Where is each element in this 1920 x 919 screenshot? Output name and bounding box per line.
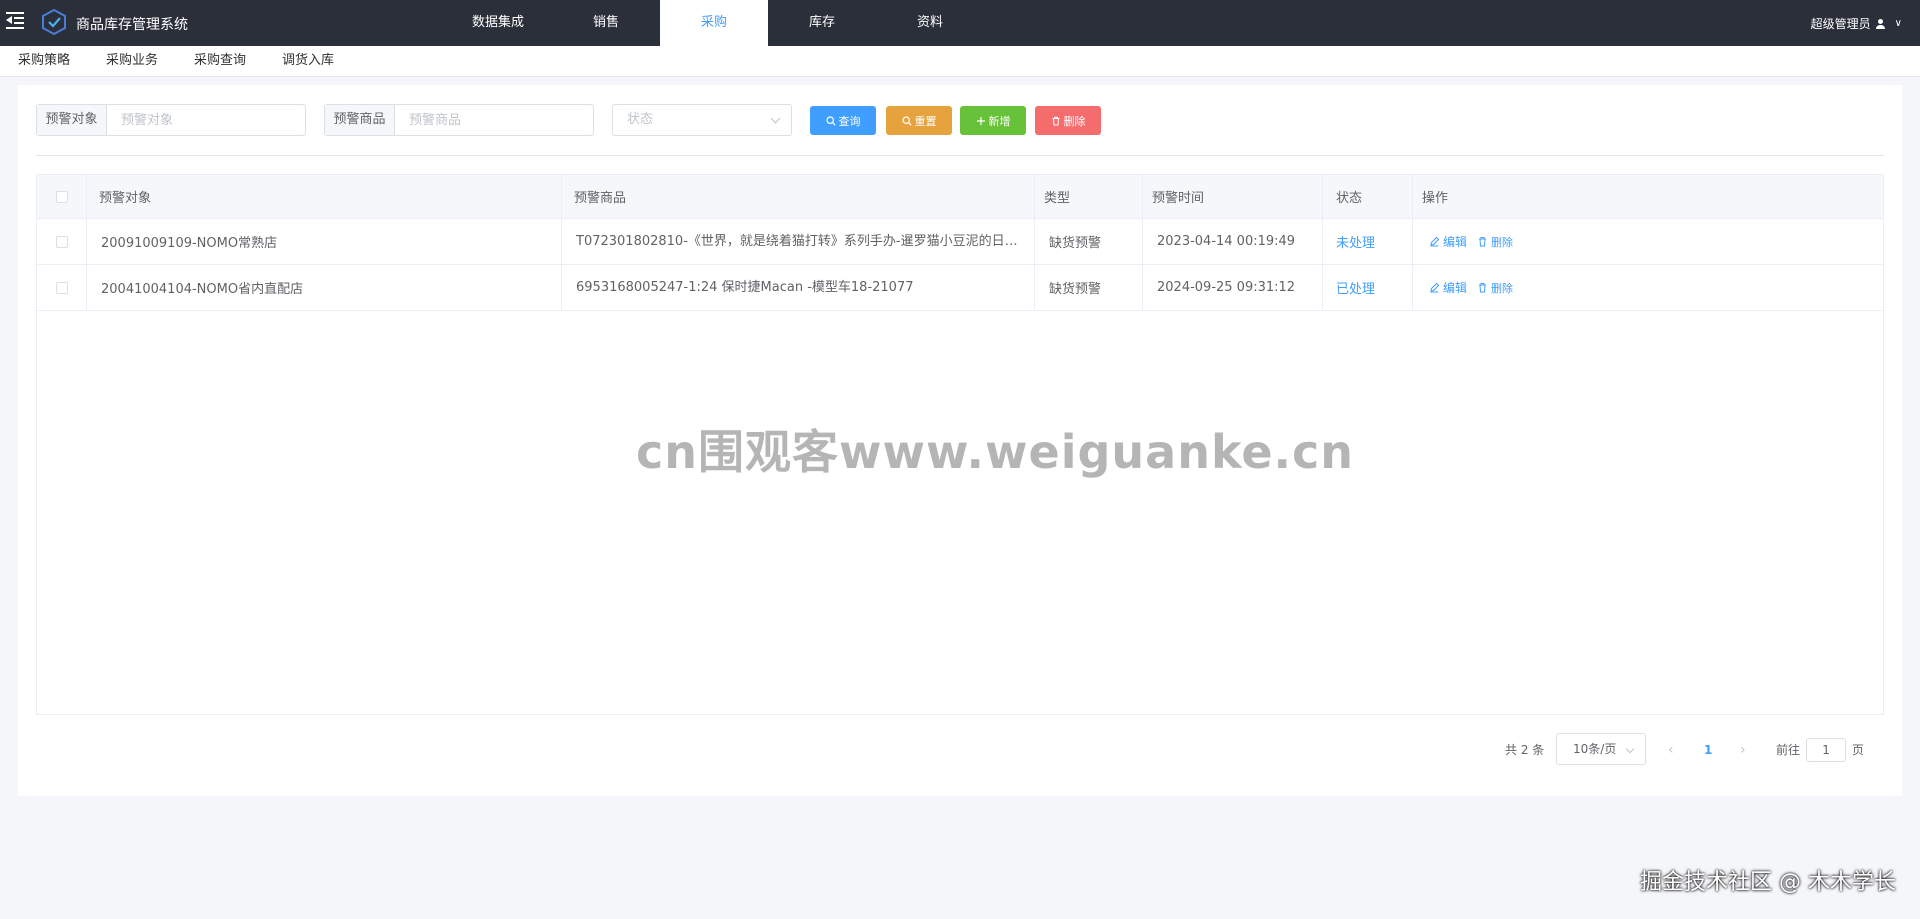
chevron-down-icon: ∨ xyxy=(1894,18,1902,29)
row-checkbox[interactable] xyxy=(55,281,68,294)
app-logo-icon xyxy=(42,9,66,35)
header-target: 预警对象 xyxy=(87,175,562,218)
watermark-text: cn围观客www.weiguanke.cn xyxy=(636,425,1355,479)
cell-time: 2024-09-25 09:31:12 xyxy=(1143,265,1323,310)
cell-time: 2023-04-14 00:19:49 xyxy=(1143,219,1323,264)
prev-page-icon[interactable]: ‹ xyxy=(1668,734,1674,766)
delete-button-label: 删除 xyxy=(1063,114,1086,128)
subnav-item-business[interactable]: 采购业务 xyxy=(106,46,158,76)
select-all-checkbox[interactable] xyxy=(55,190,68,203)
nav-item-data-integration[interactable]: 数据集成 xyxy=(444,0,552,46)
table-row: 20091009109-NOMO常熟店 T072301802810-《世界，就是… xyxy=(37,219,1883,265)
target-filter: 预警对象 xyxy=(36,104,306,136)
cell-type: 缺货预警 xyxy=(1035,219,1143,264)
cell-target: 20091009109-NOMO常熟店 xyxy=(87,219,562,264)
status-badge: 未处理 xyxy=(1323,219,1413,264)
header-status: 状态 xyxy=(1323,175,1413,218)
nav-item-purchase[interactable]: 采购 xyxy=(660,0,768,46)
plus-icon xyxy=(976,116,985,125)
chevron-down-icon xyxy=(770,113,781,124)
reset-button-label: 重置 xyxy=(914,114,937,128)
row-checkbox[interactable] xyxy=(55,235,68,248)
trash-icon xyxy=(1052,116,1059,125)
target-filter-label: 预警对象 xyxy=(37,105,107,135)
user-name: 超级管理员 xyxy=(1810,17,1871,31)
delete-button[interactable]: 删除 xyxy=(1035,106,1101,135)
edit-label: 编辑 xyxy=(1443,235,1468,249)
trash-icon xyxy=(1479,237,1487,247)
nav-item-resources[interactable]: 资料 xyxy=(876,0,984,46)
user-icon xyxy=(1875,18,1885,29)
goto-prefix: 前往 xyxy=(1776,743,1801,757)
cell-product: 6953168005247-1:24 保时捷Macan -模型车18-21077 xyxy=(562,265,1035,310)
header-checkbox-cell xyxy=(37,175,87,218)
row-checkbox-cell xyxy=(37,219,87,264)
add-button[interactable]: 新增 xyxy=(960,106,1026,135)
page-number-current[interactable]: 1 xyxy=(1704,734,1712,766)
add-button-label: 新增 xyxy=(988,114,1011,128)
product-filter-label: 预警商品 xyxy=(325,105,395,135)
reset-button[interactable]: 重置 xyxy=(886,106,952,135)
cell-product: T072301802810-《世界，就是绕着猫打转》系列手办-暹罗猫小豆泥的日常… xyxy=(562,219,1035,264)
search-button[interactable]: 查询 xyxy=(810,106,876,135)
main-nav: 数据集成 销售 采购 库存 资料 xyxy=(444,0,984,46)
cell-ops: 编辑 删除 xyxy=(1413,265,1885,310)
header-product: 预警商品 xyxy=(562,175,1035,218)
goto-page-input[interactable] xyxy=(1806,738,1847,762)
footer-watermark: 掘金技术社区 @ 木木学长 xyxy=(1640,870,1896,895)
edit-icon xyxy=(1430,282,1440,293)
header-ops: 操作 xyxy=(1422,191,1449,206)
sub-nav: 采购策略 采购业务 采购查询 调货入库 xyxy=(0,46,1920,77)
subnav-item-transfer[interactable]: 调货入库 xyxy=(282,46,334,76)
user-menu[interactable]: 超级管理员 ∨ xyxy=(1811,15,1902,32)
row-delete-button[interactable]: 删除 xyxy=(1477,280,1513,296)
trash-icon xyxy=(1479,283,1487,293)
status-select[interactable]: 状态 xyxy=(612,104,792,136)
table-header: 预警对象 预警商品 类型 预警时间 状态 操作 xyxy=(37,175,1883,219)
row-checkbox-cell xyxy=(37,265,87,310)
pagination-total: 共 2 条 xyxy=(1505,743,1545,757)
chevron-down-icon xyxy=(1625,744,1635,754)
target-input[interactable] xyxy=(107,105,305,135)
delete-label: 删除 xyxy=(1491,281,1514,295)
header-time: 预警时间 xyxy=(1143,175,1323,218)
goto-page: 前往 页 xyxy=(1776,734,1864,766)
menu-toggle-icon[interactable] xyxy=(6,11,24,29)
edit-button[interactable]: 编辑 xyxy=(1429,233,1467,250)
app-title: 商品库存管理系统 xyxy=(76,17,188,33)
nav-item-sales[interactable]: 销售 xyxy=(552,0,660,46)
edit-icon xyxy=(1430,236,1440,247)
divider xyxy=(36,155,1884,156)
page-size-value: 10条/页 xyxy=(1573,742,1617,756)
edit-button[interactable]: 编辑 xyxy=(1429,279,1467,296)
subnav-item-strategy[interactable]: 采购策略 xyxy=(18,46,70,76)
cell-target: 20041004104-NOMO省内直配店 xyxy=(87,265,562,310)
delete-label: 删除 xyxy=(1491,235,1514,249)
product-filter: 预警商品 xyxy=(324,104,594,136)
search-icon xyxy=(901,115,912,126)
status-badge: 已处理 xyxy=(1323,265,1413,310)
status-select-placeholder: 状态 xyxy=(627,112,654,127)
subnav-item-query[interactable]: 采购查询 xyxy=(194,46,246,76)
cell-ops: 编辑 删除 xyxy=(1413,219,1885,264)
page-size-select[interactable]: 10条/页 xyxy=(1556,733,1646,765)
header-type: 类型 xyxy=(1035,175,1143,218)
goto-suffix: 页 xyxy=(1852,743,1865,757)
edit-label: 编辑 xyxy=(1443,281,1468,295)
product-input[interactable] xyxy=(395,105,593,135)
table-row: 20041004104-NOMO省内直配店 6953168005247-1:24… xyxy=(37,265,1883,311)
nav-item-inventory[interactable]: 库存 xyxy=(768,0,876,46)
search-icon xyxy=(825,115,836,126)
row-delete-button[interactable]: 删除 xyxy=(1477,234,1513,250)
next-page-icon[interactable]: › xyxy=(1740,734,1746,766)
cell-type: 缺货预警 xyxy=(1035,265,1143,310)
top-bar: 商品库存管理系统 数据集成 销售 采购 库存 资料 超级管理员 ∨ xyxy=(0,0,1920,46)
search-button-label: 查询 xyxy=(838,114,861,128)
